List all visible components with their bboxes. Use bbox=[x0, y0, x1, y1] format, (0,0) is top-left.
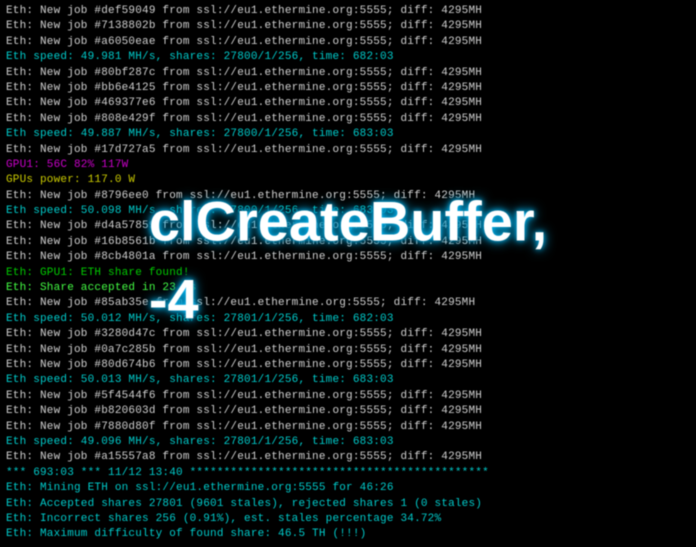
log-line: Eth speed: 49.981 MH/s, shares: 27800/1/… bbox=[6, 50, 690, 65]
log-line: GPUs power: 117.0 W bbox=[6, 173, 690, 188]
log-line: Eth: New job #469377e6 from ssl://eu1.et… bbox=[6, 96, 690, 111]
log-line: Eth: New job #a6050eae from ssl://eu1.et… bbox=[6, 35, 690, 50]
log-line: Eth: New job #7138802b from ssl://eu1.et… bbox=[6, 19, 690, 34]
log-line: Eth: GPU1: ETH share found! bbox=[6, 266, 690, 281]
log-line: Eth: New job #3280d47c from ssl://eu1.et… bbox=[6, 327, 690, 342]
log-line: Eth: Maximum difficulty of found share: … bbox=[6, 527, 690, 542]
log-line: Eth: New job #16b8561b from ssl://eu1.et… bbox=[6, 235, 690, 250]
log-line: Eth: Mining ETH on ssl://eu1.ethermine.o… bbox=[6, 481, 690, 496]
log-line: Eth speed: 50.098 MH/s, shares: 27800/1/… bbox=[6, 204, 690, 219]
log-line: Eth speed: 50.013 MH/s, shares: 27801/1/… bbox=[6, 373, 690, 388]
log-line: Eth speed: 49.887 MH/s, shares: 27800/1/… bbox=[6, 127, 690, 142]
log-line: Eth: New job #80bf287c from ssl://eu1.et… bbox=[6, 66, 690, 81]
log-line: Eth: New job #17d727a5 from ssl://eu1.et… bbox=[6, 143, 690, 158]
log-line: Eth: New job #85ab35e from ssl://eu1.eth… bbox=[6, 296, 690, 311]
log-line: Eth: New job #d4a57859 from ssl://eu1.et… bbox=[6, 219, 690, 234]
log-line: Eth: Accepted shares 27801 (9601 stales)… bbox=[6, 497, 690, 512]
log-line: Eth: New job #8cb4801a from ssl://eu1.et… bbox=[6, 250, 690, 265]
log-line: Eth: New job #8796ee0 from ssl://eu1.eth… bbox=[6, 189, 690, 204]
log-line: Eth: Share accepted in 23 ms bbox=[6, 281, 690, 296]
log-line: Eth: New job #bb6e4125 from ssl://eu1.et… bbox=[6, 81, 690, 96]
terminal-output: Eth: New job #def59049 from ssl://eu1.et… bbox=[0, 0, 696, 547]
log-line: Eth: New job #b820603d from ssl://eu1.et… bbox=[6, 404, 690, 419]
log-line: Eth: New job #5f4544f6 from ssl://eu1.et… bbox=[6, 389, 690, 404]
log-line: Eth: New job #def59049 from ssl://eu1.et… bbox=[6, 4, 690, 19]
log-line: Eth: Incorrect shares 256 (0.91%), est. … bbox=[6, 512, 690, 527]
log-line: Eth: New job #808e429f from ssl://eu1.et… bbox=[6, 112, 690, 127]
log-line: Eth: New job #a15557a8 from ssl://eu1.et… bbox=[6, 450, 690, 465]
log-line: Eth: New job #7880d80f from ssl://eu1.et… bbox=[6, 420, 690, 435]
log-line: Eth speed: 49.096 MH/s, shares: 27801/1/… bbox=[6, 435, 690, 450]
log-line: GPU1: 56C 82% 117W bbox=[6, 158, 690, 173]
log-line: Eth speed: 50.012 MH/s, shares: 27801/1/… bbox=[6, 312, 690, 327]
log-line: Eth: New job #80d674b6 from ssl://eu1.et… bbox=[6, 358, 690, 373]
log-line: *** 693:03 *** 11/12 13:40 *************… bbox=[6, 466, 690, 481]
log-line: Eth: New job #0a7c285b from ssl://eu1.et… bbox=[6, 343, 690, 358]
